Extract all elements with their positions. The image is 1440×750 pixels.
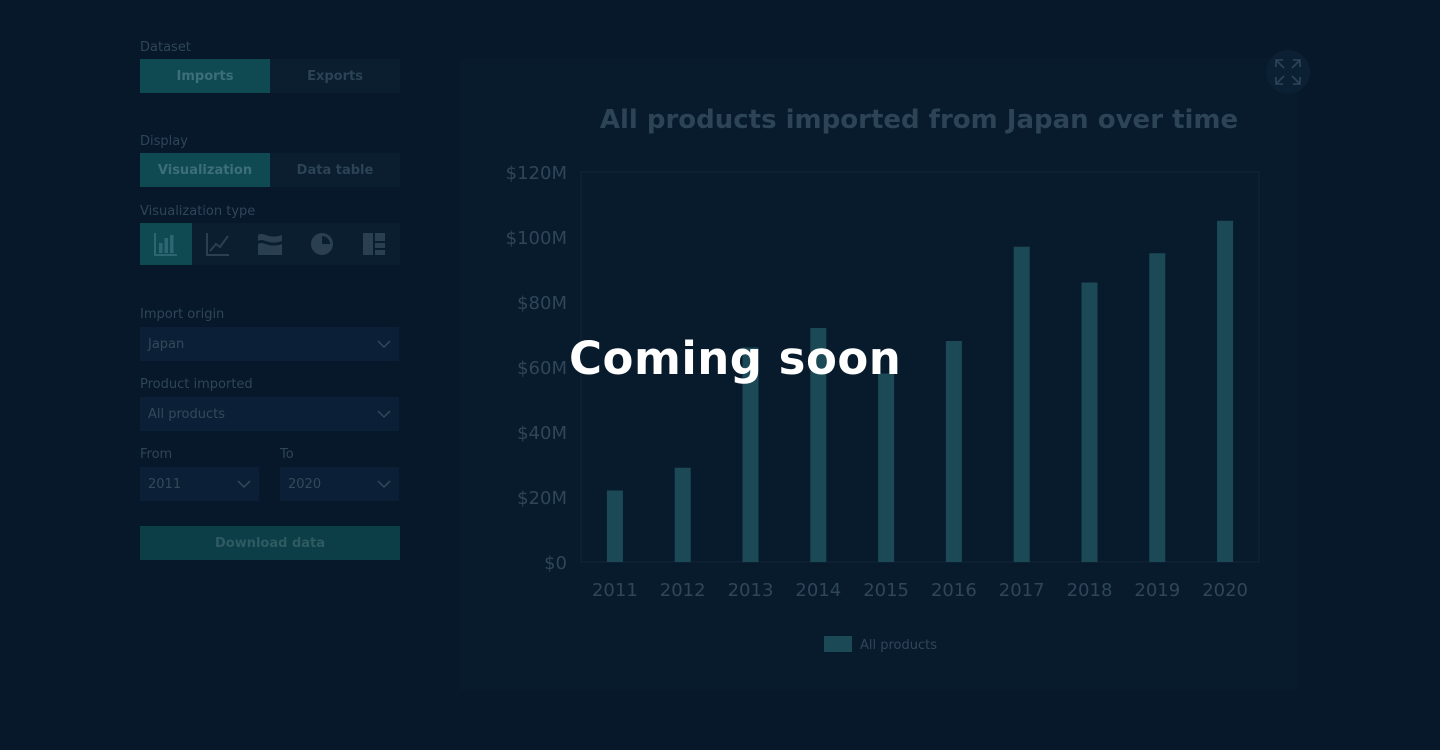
- coming-soon-overlay-text: Coming soon: [569, 332, 902, 385]
- bar: [1013, 246, 1030, 562]
- bar: [1217, 220, 1234, 562]
- x-tick-label: 2016: [931, 580, 977, 601]
- x-tick-label: 2015: [863, 580, 909, 601]
- bar: [606, 490, 623, 562]
- x-tick-label: 2013: [728, 580, 774, 601]
- y-tick-label: $60M: [517, 358, 567, 379]
- legend-label: All products: [860, 638, 937, 653]
- x-tick-label: 2020: [1202, 580, 1248, 601]
- x-tick-label: 2011: [592, 580, 638, 601]
- bar: [878, 373, 895, 562]
- chart-title: All products imported from Japan over ti…: [600, 105, 1238, 135]
- x-tick-label: 2019: [1134, 580, 1180, 601]
- bar: [945, 341, 962, 562]
- x-tick-label: 2018: [1067, 580, 1113, 601]
- y-tick-label: $120M: [506, 163, 567, 184]
- bar: [1081, 282, 1098, 562]
- x-tick-label: 2017: [999, 580, 1045, 601]
- x-tick-label: 2014: [795, 580, 841, 601]
- bar: [1149, 253, 1166, 562]
- x-tick-label: 2012: [660, 580, 706, 601]
- y-tick-label: $0: [544, 553, 567, 574]
- y-tick-label: $100M: [506, 228, 567, 249]
- legend-swatch: [824, 636, 852, 652]
- y-tick-label: $80M: [517, 293, 567, 314]
- y-tick-label: $20M: [517, 488, 567, 509]
- bar: [674, 467, 691, 562]
- y-tick-label: $40M: [517, 423, 567, 444]
